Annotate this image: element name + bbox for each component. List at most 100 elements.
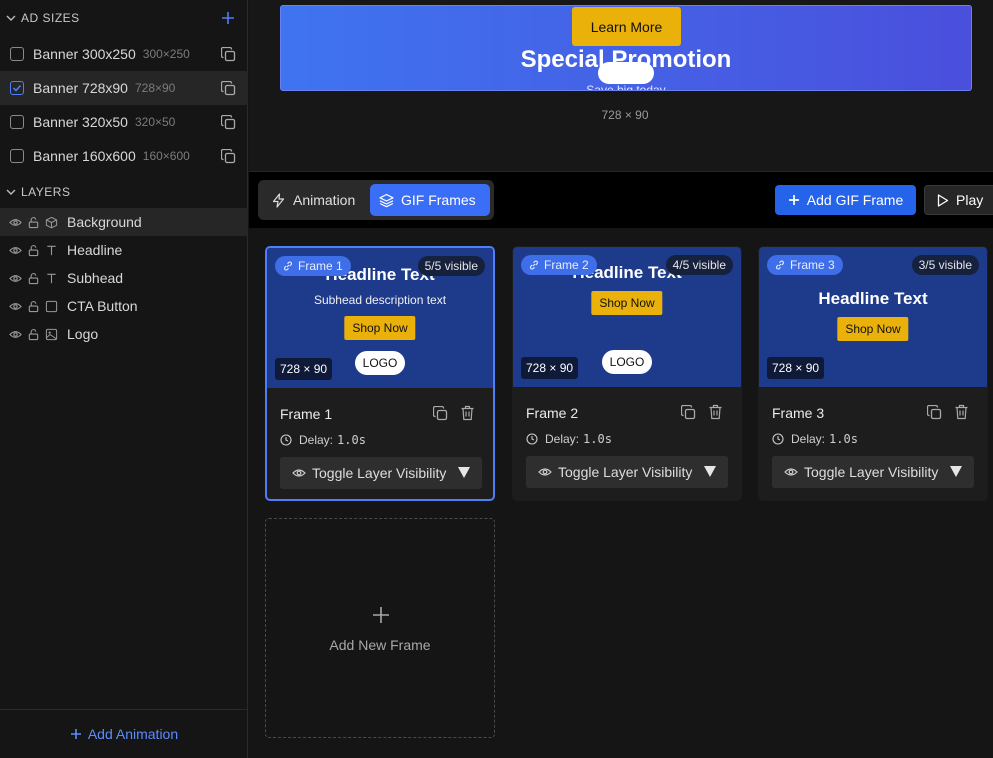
frame-card[interactable]: Frame 2 4/5 visible Headline Text Shop N… xyxy=(512,246,742,501)
clock-icon xyxy=(280,434,292,446)
delay-value[interactable]: 1.0s xyxy=(337,433,366,447)
mode-tabs: Animation GIF Frames xyxy=(258,180,494,220)
toggle-layer-visibility-dropdown[interactable]: Toggle Layer Visibility xyxy=(280,457,482,489)
frame-cta-button: Shop Now xyxy=(837,317,909,341)
frame-logo: LOGO xyxy=(355,351,405,375)
ad-size-label: Banner 300x250 xyxy=(33,46,136,62)
eye-icon[interactable] xyxy=(9,272,22,285)
tab-gif-frames-label: GIF Frames xyxy=(401,192,476,208)
frame-subhead: Subhead description text xyxy=(313,293,447,307)
ad-size-item[interactable]: Banner 320x50 320×50 xyxy=(0,105,248,139)
eye-icon[interactable] xyxy=(9,328,22,341)
unlock-icon[interactable] xyxy=(27,216,40,229)
frame-badge: Frame 1 xyxy=(275,256,351,276)
banner-cta-button[interactable]: Learn More xyxy=(572,7,681,46)
visible-count-badge: 4/5 visible xyxy=(665,255,733,275)
ad-size-item[interactable]: Banner 160x600 160×600 xyxy=(0,139,248,173)
frame-badge-label: Frame 3 xyxy=(790,258,835,272)
frame-cta-button: Shop Now xyxy=(344,316,416,340)
frame-badge: Frame 3 xyxy=(767,255,843,275)
frame-name: Frame 1 xyxy=(280,406,333,422)
toggle-label: Toggle Layer Visibility xyxy=(804,464,939,480)
chevron-down-icon xyxy=(6,15,16,21)
eye-icon xyxy=(784,468,798,476)
frame-thumbnail[interactable]: Frame 1 5/5 visible Headline Text Subhea… xyxy=(267,248,493,388)
gif-frames-grid: Frame 1 5/5 visible Headline Text Subhea… xyxy=(249,228,993,758)
chevron-down-icon xyxy=(6,189,16,195)
clock-icon xyxy=(526,433,538,445)
duplicate-icon[interactable] xyxy=(927,405,942,420)
delay-label: Delay: xyxy=(299,433,334,447)
frame-card[interactable]: Frame 3 3/5 visible Headline Text Shop N… xyxy=(758,246,988,501)
sidebar: AD SIZES Banner 300x250 300×250 Banner 7… xyxy=(0,0,248,758)
toggle-layer-visibility-dropdown[interactable]: Toggle Layer Visibility xyxy=(526,456,728,488)
frame-dimensions: 728 × 90 xyxy=(767,357,825,379)
layer-item[interactable]: Logo xyxy=(0,320,248,348)
unlock-icon[interactable] xyxy=(27,272,40,285)
eye-icon[interactable] xyxy=(9,300,22,313)
delay-value[interactable]: 1.0s xyxy=(583,432,612,446)
play-button[interactable]: Play xyxy=(924,185,993,215)
copy-icon[interactable] xyxy=(221,149,236,164)
layer-label: Headline xyxy=(67,242,123,258)
trash-icon[interactable] xyxy=(708,404,723,420)
visible-count-badge: 3/5 visible xyxy=(911,255,979,275)
tab-animation-label: Animation xyxy=(293,192,356,208)
tab-animation[interactable]: Animation xyxy=(262,184,368,216)
unlock-icon[interactable] xyxy=(27,244,40,257)
add-size-icon[interactable] xyxy=(221,11,235,25)
frame-thumbnail[interactable]: Frame 3 3/5 visible Headline Text Shop N… xyxy=(759,247,987,387)
layer-item[interactable]: Background xyxy=(0,208,248,236)
ad-size-dimensions: 320×50 xyxy=(134,115,176,129)
unlock-icon[interactable] xyxy=(27,328,40,341)
trash-icon[interactable] xyxy=(460,405,475,421)
eye-icon[interactable] xyxy=(9,216,22,229)
link-icon xyxy=(284,261,292,271)
frame-card[interactable]: Frame 1 5/5 visible Headline Text Subhea… xyxy=(265,246,495,501)
preview-dimensions: 728 × 90 xyxy=(601,108,649,122)
play-icon xyxy=(937,193,949,207)
checkbox-checked[interactable] xyxy=(10,81,24,95)
checkbox[interactable] xyxy=(10,47,24,61)
layer-label: Background xyxy=(67,214,142,230)
layer-item[interactable]: Headline xyxy=(0,236,248,264)
unlock-icon[interactable] xyxy=(27,300,40,313)
checkbox[interactable] xyxy=(10,149,24,163)
ad-sizes-header[interactable]: AD SIZES xyxy=(0,0,248,36)
frame-delay: Delay: 1.0s xyxy=(280,433,366,447)
toggle-layer-visibility-dropdown[interactable]: Toggle Layer Visibility xyxy=(772,456,974,488)
eye-icon[interactable] xyxy=(9,244,22,257)
delay-value[interactable]: 1.0s xyxy=(829,432,858,446)
duplicate-icon[interactable] xyxy=(681,405,696,420)
button-icon xyxy=(45,300,58,312)
caret-down-icon xyxy=(704,466,716,477)
copy-icon[interactable] xyxy=(221,115,236,130)
frame-delay: Delay: 1.0s xyxy=(526,432,612,446)
ad-size-label: Banner 320x50 xyxy=(33,114,128,130)
ad-size-item[interactable]: Banner 728x90 728×90 xyxy=(0,71,248,105)
copy-icon[interactable] xyxy=(221,47,236,62)
frame-badge-label: Frame 1 xyxy=(298,259,343,273)
layer-item[interactable]: Subhead xyxy=(0,264,248,292)
add-new-frame-button[interactable]: Add New Frame xyxy=(265,518,495,738)
banner-logo-pill[interactable] xyxy=(598,62,654,84)
frame-name: Frame 2 xyxy=(526,405,579,421)
plus-icon xyxy=(70,729,81,739)
delay-label: Delay: xyxy=(545,432,580,446)
banner-preview[interactable]: Special Promotion Save big today Learn M… xyxy=(280,5,972,91)
add-gif-frame-button[interactable]: Add GIF Frame xyxy=(775,185,916,215)
tab-gif-frames[interactable]: GIF Frames xyxy=(370,184,490,216)
copy-icon[interactable] xyxy=(221,81,236,96)
checkbox[interactable] xyxy=(10,115,24,129)
layers-header[interactable]: LAYERS xyxy=(0,174,248,210)
layers-icon xyxy=(379,193,394,207)
duplicate-icon[interactable] xyxy=(433,406,448,421)
ad-size-item[interactable]: Banner 300x250 300×250 xyxy=(0,37,248,71)
frame-badge: Frame 2 xyxy=(521,255,597,275)
layer-item[interactable]: CTA Button xyxy=(0,292,248,320)
trash-icon[interactable] xyxy=(954,404,969,420)
add-animation-button[interactable]: Add Animation xyxy=(0,709,248,758)
banner-subhead[interactable]: Save big today xyxy=(281,83,971,90)
banner-preview-area: Special Promotion Save big today Learn M… xyxy=(249,0,993,172)
frame-thumbnail[interactable]: Frame 2 4/5 visible Headline Text Shop N… xyxy=(513,247,741,387)
